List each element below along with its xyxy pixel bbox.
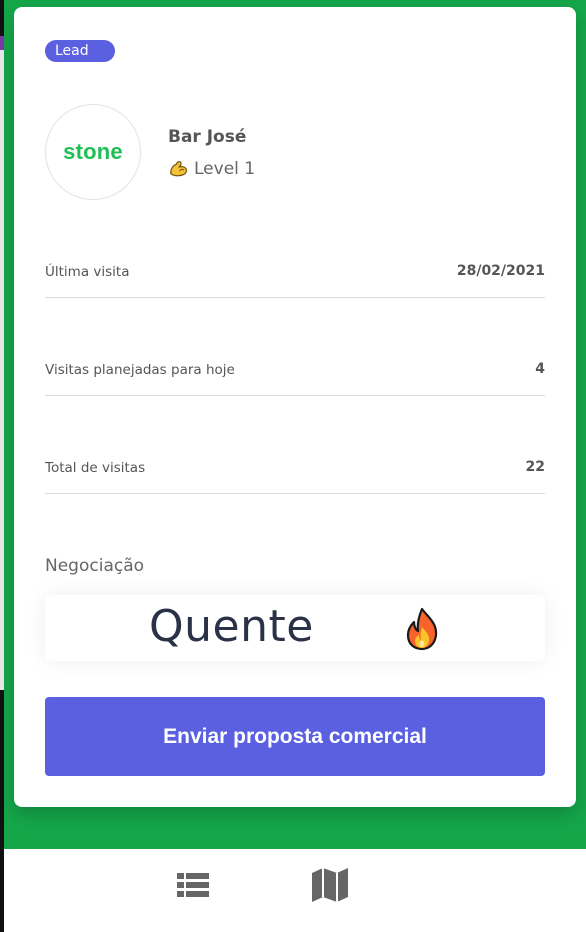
send-proposal-button[interactable]: Enviar proposta comercial [45, 697, 545, 776]
stat-label: Visitas planejadas para hoje [45, 362, 235, 378]
negotiation-label: Negociação [45, 556, 145, 576]
nav-map-button[interactable] [308, 863, 352, 907]
status-badge: Lead [45, 40, 115, 62]
stat-value: 22 [525, 459, 545, 475]
map-icon [312, 868, 348, 902]
stat-value: 28/02/2021 [456, 263, 545, 279]
level-label: Level 1 [194, 159, 256, 179]
flexed-biceps-icon [170, 160, 188, 177]
business-name: Bar José [168, 127, 247, 147]
window-edge [0, 0, 4, 932]
avatar: stone [45, 104, 141, 200]
stat-row-total-visits: Total de visitas 22 [45, 450, 545, 494]
fire-icon [406, 607, 438, 651]
lead-card: Lead stone Bar José Level 1 Última visit… [14, 7, 576, 807]
stat-value: 4 [535, 361, 545, 377]
negotiation-status-box: Quente [45, 595, 545, 661]
list-icon [177, 873, 209, 897]
stat-label: Última visita [45, 264, 130, 280]
stat-row-planned-visits: Visitas planejadas para hoje 4 [45, 352, 545, 396]
window-edge-strip [0, 50, 4, 690]
stat-row-last-visit: Última visita 28/02/2021 [45, 254, 545, 298]
company-logo: stone [63, 139, 123, 164]
level-row: Level 1 [168, 158, 255, 180]
negotiation-value: Quente [149, 601, 314, 652]
window-edge-accent [0, 36, 4, 50]
stat-label: Total de visitas [45, 460, 146, 476]
nav-list-button[interactable] [171, 863, 215, 907]
bottom-navigation [4, 849, 586, 932]
